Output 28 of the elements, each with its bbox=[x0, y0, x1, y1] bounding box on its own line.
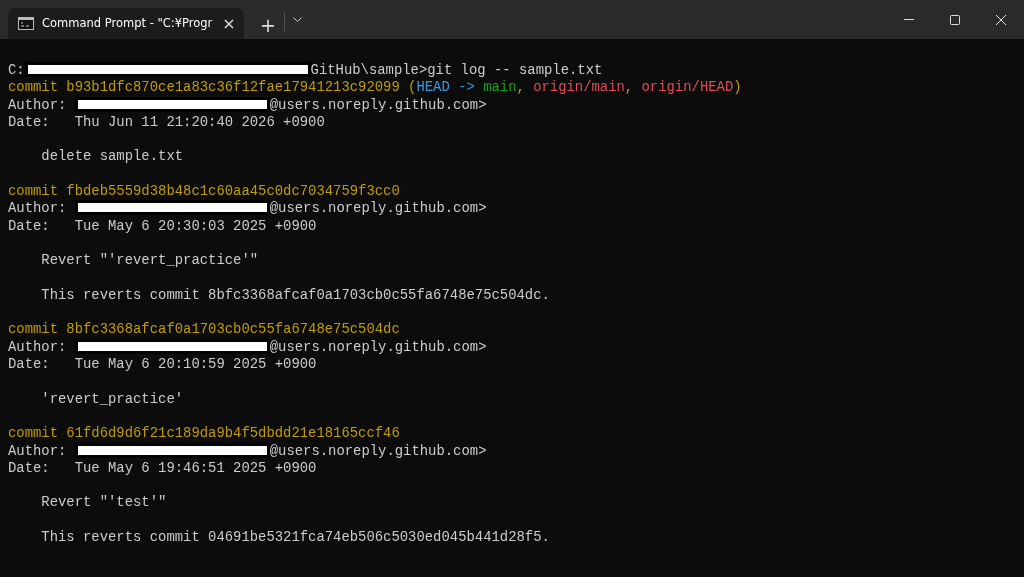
terminal-text: Author: bbox=[8, 338, 68, 357]
tab-title: Command Prompt - "C:¥Progr bbox=[42, 14, 213, 32]
terminal-line: 'revert_practice' bbox=[40, 390, 185, 408]
terminal-line: commit 8bfc3368afcaf0a1703cb0c55fa6748e75c504dc bbox=[8, 321, 401, 339]
terminal-line: commit b93b1dfc870ce1a83c36f12fae17941213c92099 (HEAD -> main, origin/main, origin/HEAD) bbox=[8, 79, 743, 97]
terminal-line: Date: Tue May 6 20:30:03 2025 +0900 bbox=[8, 217, 318, 235]
terminal-line: This reverts commit 8bfc3368afcaf0a1703cb0c55fa6748e75c504dc. bbox=[40, 286, 551, 305]
tab[interactable]: Command Prompt - "C:¥Progr × bbox=[8, 8, 244, 39]
terminal-text: @users.noreply.github.com> bbox=[269, 442, 487, 460]
terminal-text: @users.noreply.github.com> bbox=[269, 338, 487, 357]
terminal-line: Date: Tue May 6 20:10:59 2025 +0900 bbox=[8, 356, 318, 374]
new-tab-button[interactable]: + bbox=[252, 16, 284, 35]
terminal-text: Author: bbox=[8, 96, 68, 114]
terminal-text: Author: bbox=[8, 442, 68, 460]
close-tab-button[interactable]: × bbox=[220, 15, 238, 32]
terminal-line: Date: Tue May 6 19:46:51 2025 +0900 bbox=[8, 459, 318, 478]
terminal-line: Date: Thu Jun 11 21:20:40 2026 +0900 bbox=[8, 113, 326, 132]
terminal-text: C: bbox=[8, 62, 25, 80]
terminal-text: @users.noreply.github.com> bbox=[269, 96, 487, 114]
terminal-line: commit fbdeb5559d38b48c1c60aa45c0dc7034759f3cc0 bbox=[8, 183, 401, 201]
terminal-text: GitHub\sample>git log -- sample.txt bbox=[310, 62, 603, 80]
terminal-line: commit 61fd6d9d6f21c189da9b4f5dbdd21e18165ccf46 bbox=[8, 425, 401, 443]
terminal-line: delete sample.txt bbox=[40, 148, 185, 166]
terminal-text: Author: bbox=[8, 200, 68, 218]
terminal-text: @users.noreply.github.com> bbox=[269, 200, 487, 218]
terminal-line: This reverts commit 04691be5321fca74eb506c5030ed045b441d28f5. bbox=[40, 529, 551, 547]
terminal-line: Revert "'test'" bbox=[40, 494, 168, 512]
terminal-line: Revert "'revert_practice'" bbox=[40, 252, 260, 270]
